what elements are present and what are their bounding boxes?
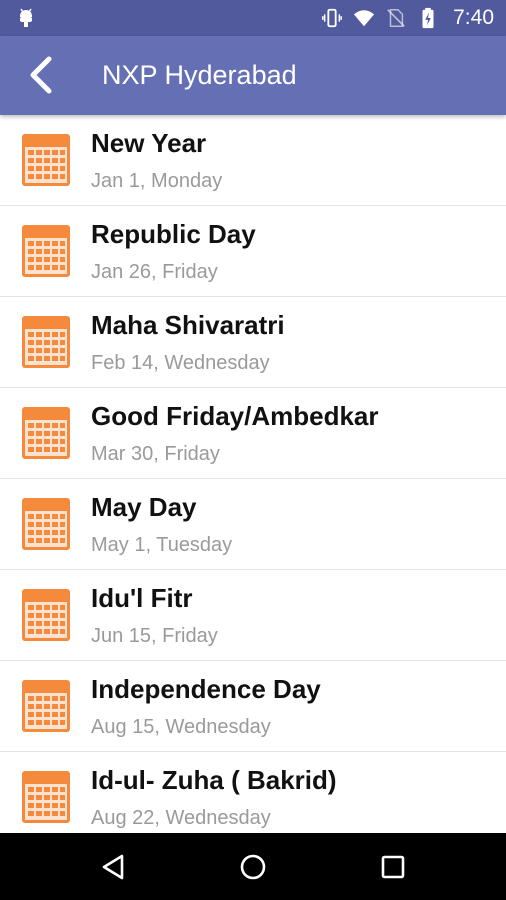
holiday-date: Aug 22, Wednesday [91, 807, 271, 829]
list-item[interactable]: Idu'l Fitr Jun 15, Friday [0, 570, 506, 661]
holiday-list[interactable]: New Year Jan 1, Monday Republic Day Jan … [0, 115, 506, 833]
system-nav-bar [0, 833, 506, 900]
holiday-date: Feb 14, Wednesday [91, 352, 270, 374]
holiday-name: Idu'l Fitr [91, 583, 193, 613]
holiday-name: Good Friday/Ambedkar [91, 401, 379, 431]
holiday-date: Mar 30, Friday [91, 443, 220, 465]
app-bar: NXP Hyderabad [0, 36, 506, 115]
page-title: NXP Hyderabad [102, 60, 297, 90]
holiday-name: Independence Day [91, 674, 321, 704]
home-circle-icon [240, 854, 266, 880]
holiday-name: Id-ul- Zuha ( Bakrid) [91, 765, 337, 795]
list-item[interactable]: Maha Shivaratri Feb 14, Wednesday [0, 297, 506, 388]
nav-home-button[interactable] [232, 846, 274, 888]
list-item[interactable]: Republic Day Jan 26, Friday [0, 206, 506, 297]
android-debug-icon [20, 8, 32, 27]
holiday-name: Maha Shivaratri [91, 310, 285, 340]
calendar-icon [22, 771, 70, 823]
holiday-name: Republic Day [91, 219, 256, 249]
back-arrow-icon [30, 56, 52, 94]
back-triangle-icon [102, 854, 124, 880]
holiday-date: May 1, Tuesday [91, 534, 233, 556]
calendar-icon [22, 316, 70, 368]
wifi-icon [354, 10, 375, 27]
nav-back-button[interactable] [92, 846, 134, 888]
status-bar: 7:40 [0, 0, 506, 36]
calendar-icon [22, 134, 70, 186]
holiday-date: Jan 1, Monday [91, 170, 223, 192]
recents-square-icon [381, 855, 405, 879]
list-item[interactable]: Id-ul- Zuha ( Bakrid) Aug 22, Wednesday [0, 752, 506, 833]
battery-charging-icon [422, 7, 434, 29]
holiday-name: May Day [91, 492, 197, 522]
holiday-date: Jun 15, Friday [91, 625, 218, 647]
no-sim-icon [387, 9, 405, 27]
calendar-icon [22, 680, 70, 732]
holiday-name: New Year [91, 128, 207, 158]
holiday-date: Aug 15, Wednesday [91, 716, 271, 738]
list-item[interactable]: New Year Jan 1, Monday [0, 115, 506, 206]
calendar-icon [22, 225, 70, 277]
list-item[interactable]: Independence Day Aug 15, Wednesday [0, 661, 506, 752]
list-item[interactable]: Good Friday/Ambedkar Mar 30, Friday [0, 388, 506, 479]
calendar-icon [22, 589, 70, 641]
calendar-icon [22, 498, 70, 550]
list-item[interactable]: May Day May 1, Tuesday [0, 479, 506, 570]
vibrate-icon [322, 8, 343, 28]
back-button[interactable] [18, 50, 66, 100]
nav-recents-button[interactable] [372, 846, 414, 888]
holiday-date: Jan 26, Friday [91, 261, 218, 283]
calendar-icon [22, 407, 70, 459]
status-time: 7:40 [453, 6, 494, 29]
